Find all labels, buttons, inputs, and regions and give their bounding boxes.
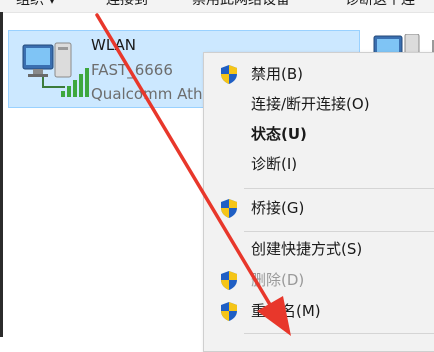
menu-item-delete: 删除(D) xyxy=(204,266,434,294)
menu-separator xyxy=(244,188,434,189)
uac-shield-icon xyxy=(221,65,237,84)
adapter-name: WLAN xyxy=(91,36,137,54)
menu-item-diagnose[interactable]: 诊断(I) xyxy=(204,150,434,178)
menu-item-label: 删除(D) xyxy=(251,271,305,289)
window-left-border xyxy=(0,12,3,337)
connect-to-button[interactable]: 连接到 xyxy=(106,0,148,12)
menu-item-connect-disconnect[interactable]: 连接/断开连接(O) xyxy=(204,90,434,118)
menu-item-bridge[interactable]: 桥接(G) xyxy=(204,194,434,222)
wireless-adapter-icon xyxy=(22,42,89,97)
menu-item-disable[interactable]: 禁用(B) xyxy=(204,60,434,88)
menu-item-label: 连接/断开连接(O) xyxy=(251,95,370,113)
menu-item-status[interactable]: 状态(U) xyxy=(204,120,434,148)
uac-shield-icon xyxy=(221,199,237,218)
menu-item-label: 禁用(B) xyxy=(251,65,303,83)
network-connections-window: 组织 ▾ 连接到 禁用此网络设备 诊断这个连 WLAN FAST_6666 Qu… xyxy=(0,0,434,352)
organize-button[interactable]: 组织 ▾ xyxy=(16,0,55,12)
menu-separator xyxy=(244,231,434,232)
menu-item-label: 桥接(G) xyxy=(251,199,305,217)
menu-item-label: 重命名(M) xyxy=(251,302,321,320)
uac-shield-icon xyxy=(221,302,237,321)
adapter-ssid: FAST_6666 xyxy=(91,61,173,79)
command-toolbar: 组织 ▾ 连接到 禁用此网络设备 诊断这个连 xyxy=(0,0,434,13)
menu-item-label: 创建快捷方式(S) xyxy=(251,240,363,258)
menu-item-rename[interactable]: 重命名(M) xyxy=(204,297,434,325)
disable-device-button[interactable]: 禁用此网络设备 xyxy=(192,0,290,12)
menu-item-create-shortcut[interactable]: 创建快捷方式(S) xyxy=(204,235,434,263)
uac-shield-icon xyxy=(221,271,237,290)
menu-item-label: 状态(U) xyxy=(251,125,307,143)
diagnose-button[interactable]: 诊断这个连 xyxy=(345,0,415,12)
menu-item-label: 诊断(I) xyxy=(251,155,298,173)
context-menu: 禁用(B) 连接/断开连接(O) 状态(U) 诊断(I) 桥接(G) 创建快捷方… xyxy=(203,52,434,352)
menu-separator xyxy=(244,333,434,334)
